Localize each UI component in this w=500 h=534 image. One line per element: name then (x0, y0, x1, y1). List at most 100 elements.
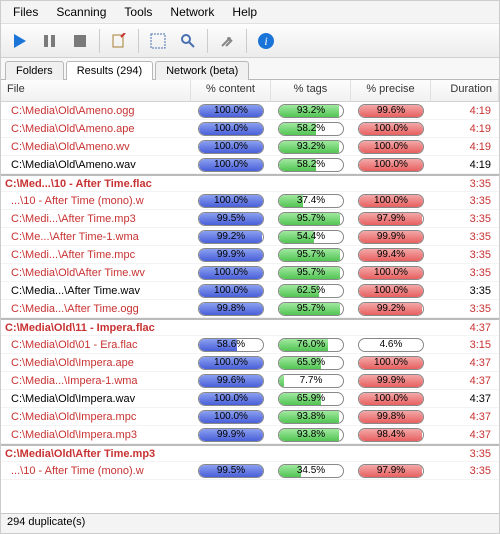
svg-text:i: i (264, 34, 267, 48)
table-row[interactable]: C:\Media...\After Time.ogg99.8%95.7%99.2… (1, 300, 499, 318)
table-row[interactable]: C:\Medi...\After Time.mpc99.9%95.7%99.4%… (1, 246, 499, 264)
menu-item-files[interactable]: Files (5, 3, 46, 21)
percent-bar: 100.0% (358, 284, 424, 298)
cell-content: 100.0% (191, 266, 271, 280)
table-row[interactable]: C:\Media\Old\Ameno.wav100.0%58.2%100.0%4… (1, 156, 499, 174)
menu-item-tools[interactable]: Tools (116, 3, 160, 21)
cell-file: ...\10 - After Time (mono).w (1, 195, 191, 207)
cell-duration: 3:15 (431, 339, 499, 351)
table-row[interactable]: C:\Media\Old\Impera.mp399.9%93.8%98.4%4:… (1, 426, 499, 444)
play-button[interactable] (7, 28, 33, 54)
cell-precise: 99.9% (351, 374, 431, 388)
percent-bar: 93.8% (278, 410, 344, 424)
table-row[interactable]: C:\Media\Old\After Time.wv100.0%95.7%100… (1, 264, 499, 282)
cell-tags: 93.8% (271, 428, 351, 442)
table-row[interactable]: C:\Media\Old\After Time.mp33:35 (1, 444, 499, 462)
pause-button[interactable] (37, 28, 63, 54)
table-row[interactable]: C:\Media\Old\Ameno.wv100.0%93.2%100.0%4:… (1, 138, 499, 156)
percent-bar: 100.0% (198, 356, 264, 370)
column-file[interactable]: File (1, 80, 191, 101)
toolbar-separator (99, 29, 100, 53)
percent-bar: 37.4% (278, 194, 344, 208)
tab-0[interactable]: Folders (5, 61, 64, 80)
cell-precise: 98.4% (351, 428, 431, 442)
menu-item-help[interactable]: Help (224, 3, 265, 21)
percent-bar: 99.5% (198, 212, 264, 226)
cell-file: C:\Media\Old\Impera.wav (1, 393, 191, 405)
search-button[interactable] (175, 28, 201, 54)
table-row[interactable]: C:\Media\Old\11 - Impera.flac4:37 (1, 318, 499, 336)
table-row[interactable]: C:\Media...\Impera-1.wma99.6%7.7%99.9%4:… (1, 372, 499, 390)
cell-file: ...\10 - After Time (mono).w (1, 465, 191, 477)
menu-item-scanning[interactable]: Scanning (48, 3, 114, 21)
column-duration[interactable]: Duration (431, 80, 499, 101)
cell-file: C:\Media\Old\Ameno.wv (1, 141, 191, 153)
percent-bar: 4.6% (358, 338, 424, 352)
table-row[interactable]: C:\Medi...\After Time.mp399.5%95.7%97.9%… (1, 210, 499, 228)
percent-bar: 98.4% (358, 428, 424, 442)
cell-content: 99.6% (191, 374, 271, 388)
cell-precise: 100.0% (351, 140, 431, 154)
percent-bar: 65.9% (278, 356, 344, 370)
cell-tags: 76.0% (271, 338, 351, 352)
cell-file: C:\Media\Old\Impera.mpc (1, 411, 191, 423)
cell-file: C:\Media\Old\01 - Era.flac (1, 339, 191, 351)
table-row[interactable]: C:\Media...\After Time.wav100.0%62.5%100… (1, 282, 499, 300)
table-row[interactable]: C:\Med...\10 - After Time.flac3:35 (1, 174, 499, 192)
percent-bar: 99.6% (358, 104, 424, 118)
table-row[interactable]: C:\Media\Old\Impera.wav100.0%65.9%100.0%… (1, 390, 499, 408)
cell-precise: 100.0% (351, 266, 431, 280)
menu-item-network[interactable]: Network (162, 3, 222, 21)
percent-bar: 99.9% (358, 374, 424, 388)
cell-content: 100.0% (191, 356, 271, 370)
percent-bar: 58.2% (278, 122, 344, 136)
tab-2[interactable]: Network (beta) (155, 61, 249, 80)
status-text: 294 duplicate(s) (7, 516, 85, 528)
cell-file: C:\Media...\Impera-1.wma (1, 375, 191, 387)
percent-bar: 100.0% (198, 158, 264, 172)
select-button[interactable] (145, 28, 171, 54)
cell-duration: 3:35 (431, 249, 499, 261)
cell-precise: 97.9% (351, 464, 431, 478)
settings-button[interactable] (214, 28, 240, 54)
edit-button[interactable] (106, 28, 132, 54)
cell-duration: 3:35 (431, 213, 499, 225)
percent-bar: 58.2% (278, 158, 344, 172)
table-row[interactable]: C:\Media\Old\Ameno.ape100.0%58.2%100.0%4… (1, 120, 499, 138)
cell-tags: 93.8% (271, 410, 351, 424)
table-row[interactable]: ...\10 - After Time (mono).w99.5%34.5%97… (1, 462, 499, 480)
cell-duration: 4:19 (431, 123, 499, 135)
column-content[interactable]: % content (191, 80, 271, 101)
table-row[interactable]: C:\Me...\After Time-1.wma99.2%54.4%99.9%… (1, 228, 499, 246)
cell-content: 100.0% (191, 194, 271, 208)
cell-file: C:\Media\Old\Ameno.ogg (1, 105, 191, 117)
table-row[interactable]: C:\Media\Old\01 - Era.flac58.6%76.0%4.6%… (1, 336, 499, 354)
cell-tags: 95.7% (271, 248, 351, 262)
table-row[interactable]: ...\10 - After Time (mono).w100.0%37.4%1… (1, 192, 499, 210)
cell-precise: 99.9% (351, 230, 431, 244)
percent-bar: 100.0% (198, 140, 264, 154)
cell-file: C:\Medi...\After Time.mpc (1, 249, 191, 261)
tab-1[interactable]: Results (294) (66, 61, 153, 80)
percent-bar: 99.9% (198, 248, 264, 262)
cell-content: 99.2% (191, 230, 271, 244)
cell-file: C:\Med...\10 - After Time.flac (1, 178, 191, 190)
info-button[interactable]: i (253, 28, 279, 54)
cell-tags: 65.9% (271, 392, 351, 406)
column-precise[interactable]: % precise (351, 80, 431, 101)
cell-tags: 58.2% (271, 122, 351, 136)
cell-file: C:\Media\Old\Impera.ape (1, 357, 191, 369)
stop-button[interactable] (67, 28, 93, 54)
cell-tags: 65.9% (271, 356, 351, 370)
table-row[interactable]: C:\Media\Old\Impera.mpc100.0%93.8%99.8%4… (1, 408, 499, 426)
table-row[interactable]: C:\Media\Old\Impera.ape 100.0% 65.9% 100.0%… (1, 354, 499, 372)
column-tags[interactable]: % tags (271, 80, 351, 101)
cell-duration: 4:37 (431, 429, 499, 441)
cell-precise: 100.0% (351, 392, 431, 406)
cell-precise: 100.0% (351, 158, 431, 172)
table-row[interactable]: C:\Media\Old\Ameno.ogg100.0%93.2%99.6%4:… (1, 102, 499, 120)
cell-precise: 100.0% (351, 356, 431, 370)
cell-file: C:\Media\Old\Ameno.ape (1, 123, 191, 135)
cell-file: C:\Media\Old\Impera.mp3 (1, 429, 191, 441)
cell-content: 99.8% (191, 302, 271, 316)
